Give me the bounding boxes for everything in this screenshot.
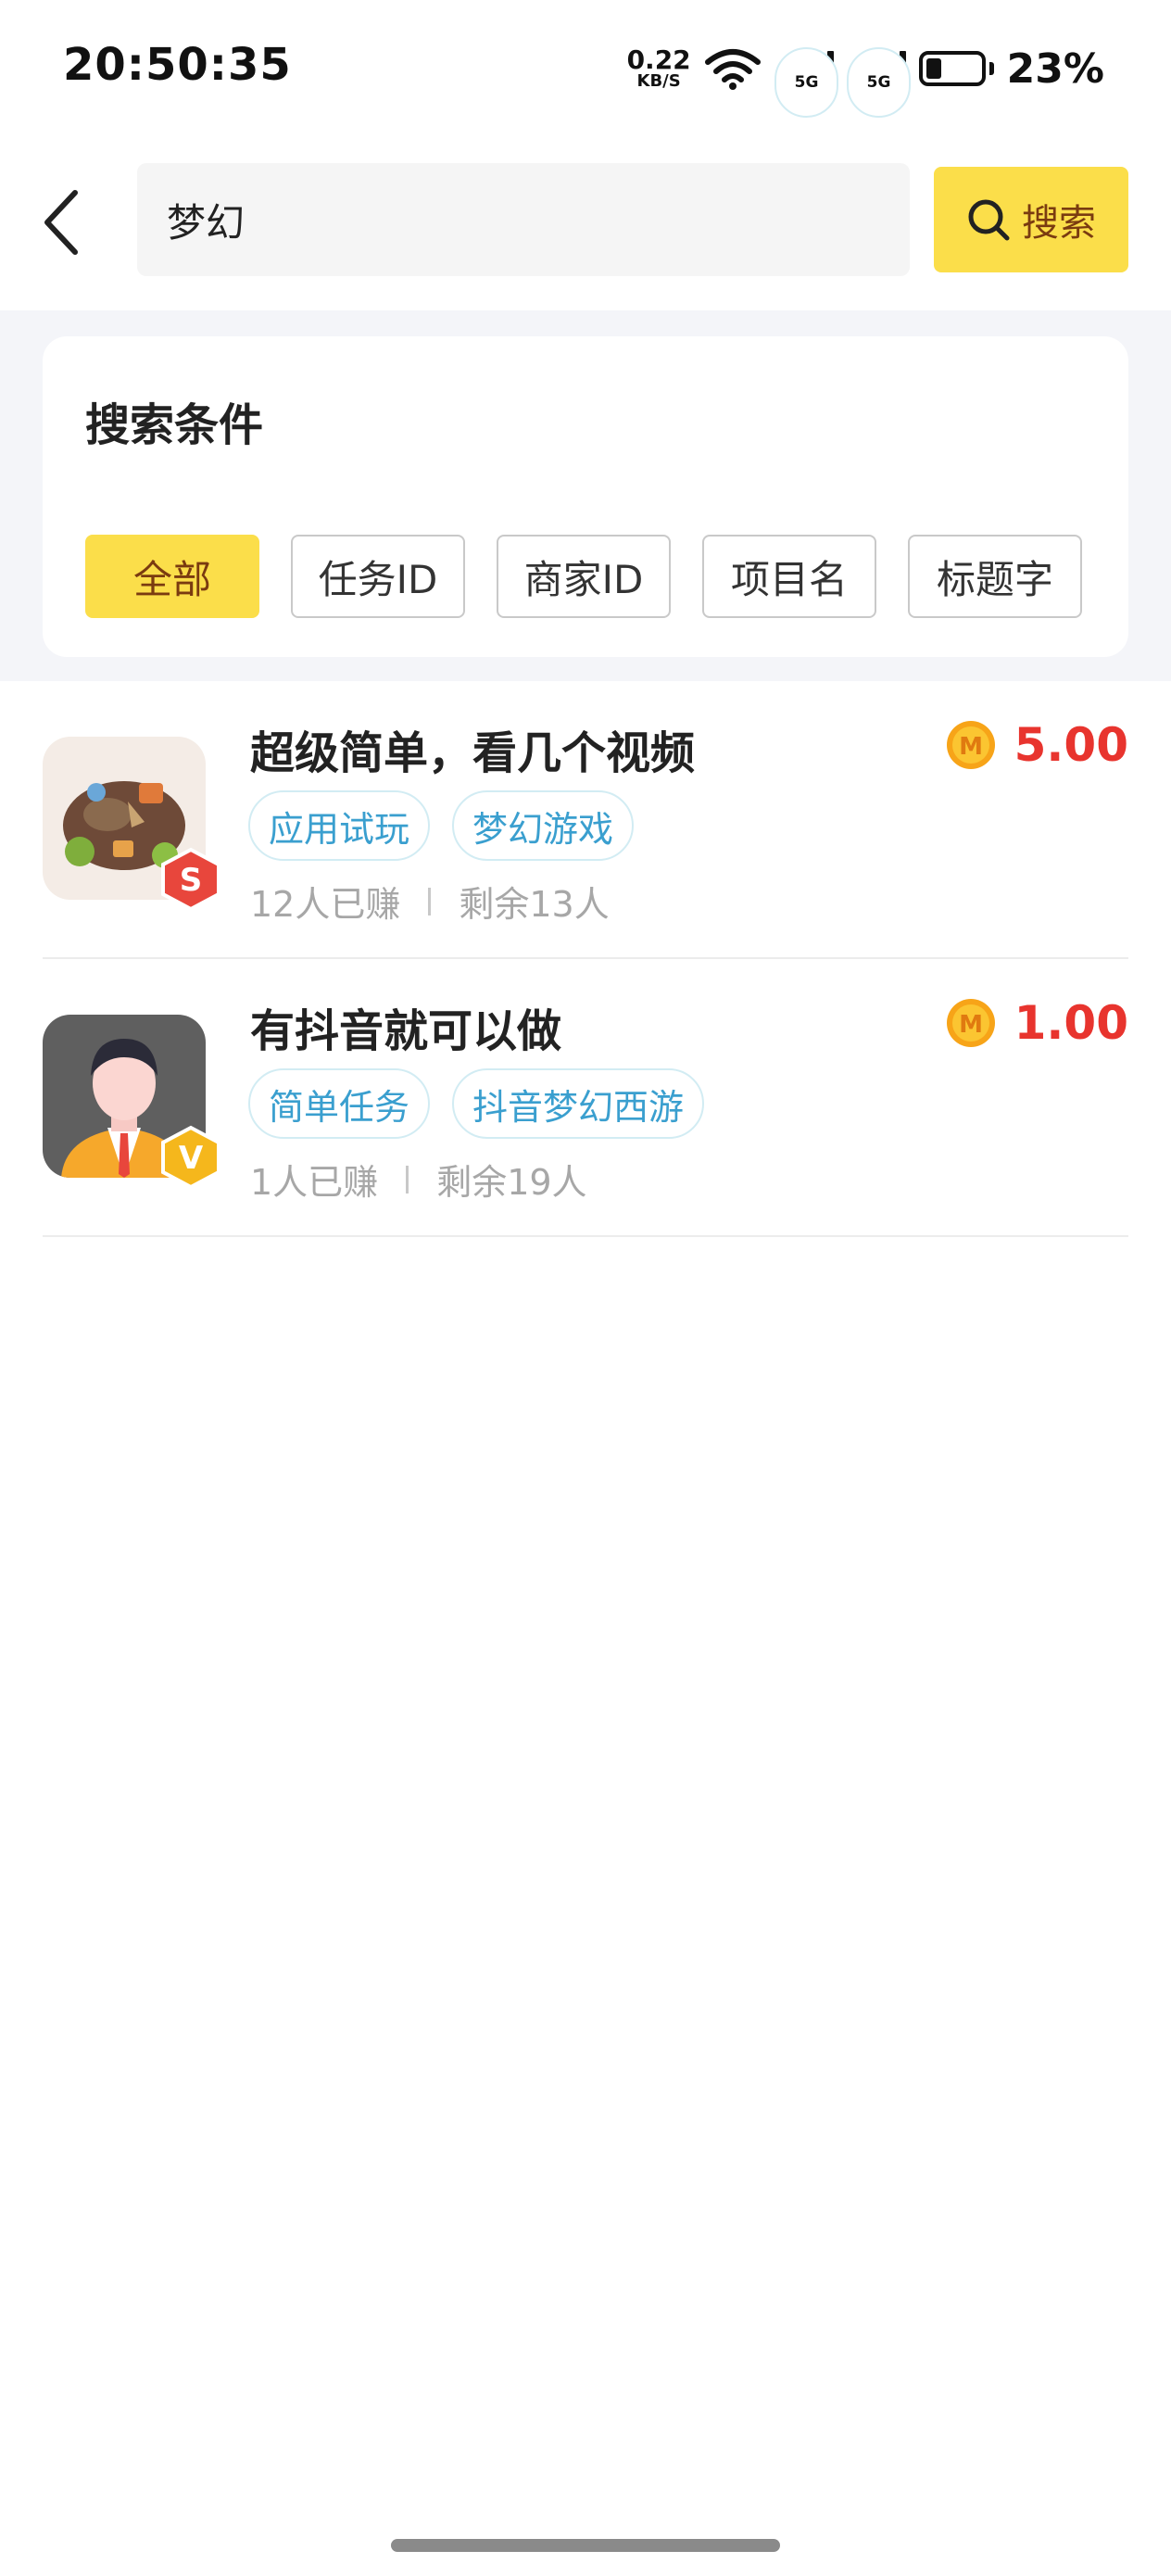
remaining-count: 剩余19人 — [436, 1162, 587, 1203]
battery-percent: 23% — [1006, 44, 1104, 93]
task-tags: 简单任务 抖音梦幻西游 — [248, 1068, 705, 1139]
reward-amount: 1.00 — [1014, 996, 1128, 1050]
search-header: 搜索 — [0, 139, 1171, 310]
task-avatar: S — [43, 737, 220, 912]
task-avatar: V — [43, 1015, 220, 1190]
filter-option-all[interactable]: 全部 — [85, 535, 259, 618]
back-button[interactable] — [28, 181, 93, 264]
coin-icon: M — [946, 999, 995, 1047]
filter-option-merchant-id[interactable]: 商家ID — [497, 535, 671, 618]
battery-icon — [918, 51, 994, 86]
task-title: 超级简单，看几个视频 — [250, 727, 696, 779]
sim2-network-type: 5G — [846, 47, 912, 118]
task-reward: M 1.00 — [946, 996, 1128, 1050]
status-time: 20:50:35 — [63, 39, 292, 91]
task-tags: 应用试玩 梦幻游戏 — [248, 790, 635, 861]
badge-letter: V — [179, 1140, 204, 1177]
status-bar: 20:50:35 0.22 KB/S 5G 5G 23% — [0, 0, 1171, 139]
task-item[interactable]: S 超级简单，看几个视频 M 5.00 应用试玩 梦幻游戏 12人已赚 剩余13… — [43, 681, 1128, 959]
filter-section: 搜索条件 全部 任务ID 商家ID 项目名 标题字 — [0, 310, 1171, 681]
filter-options: 全部 任务ID 商家ID 项目名 标题字 — [85, 535, 1082, 618]
task-title: 有抖音就可以做 — [250, 1005, 562, 1057]
search-input[interactable] — [167, 196, 910, 243]
task-tag: 简单任务 — [248, 1068, 431, 1139]
task-stats: 1人已赚 剩余19人 — [250, 1154, 587, 1205]
search-icon — [968, 199, 1010, 241]
earned-count: 1人已赚 — [250, 1162, 379, 1203]
signal-sim2-icon: 5G — [846, 47, 912, 118]
stats-divider — [406, 1165, 409, 1193]
task-tag: 抖音梦幻西游 — [452, 1068, 705, 1139]
task-stats: 12人已赚 剩余13人 — [250, 876, 610, 927]
network-speed: 0.22 KB/S — [627, 47, 691, 90]
search-button[interactable]: 搜索 — [934, 167, 1128, 272]
badge-letter: S — [180, 862, 203, 899]
filter-card: 搜索条件 全部 任务ID 商家ID 项目名 标题字 — [43, 336, 1128, 657]
coin-letter: M — [959, 1011, 983, 1039]
status-icons: 0.22 KB/S 5G 5G 23% — [627, 41, 1104, 118]
remaining-count: 剩余13人 — [459, 884, 610, 925]
filter-title: 搜索条件 — [85, 399, 264, 451]
task-tag: 梦幻游戏 — [452, 790, 635, 861]
task-reward: M 5.00 — [946, 718, 1128, 772]
search-box[interactable] — [137, 163, 910, 276]
earned-count: 12人已赚 — [250, 884, 401, 925]
task-item[interactable]: V 有抖音就可以做 M 1.00 简单任务 抖音梦幻西游 1人已赚 剩余19人 — [43, 959, 1128, 1237]
wifi-icon — [704, 49, 761, 90]
signal-sim1-icon: 5G — [774, 47, 839, 118]
reward-amount: 5.00 — [1014, 718, 1128, 772]
task-list: S 超级简单，看几个视频 M 5.00 应用试玩 梦幻游戏 12人已赚 剩余13… — [0, 681, 1171, 1237]
network-speed-unit: KB/S — [636, 71, 681, 91]
coin-icon: M — [946, 721, 995, 769]
sim1-network-type: 5G — [774, 47, 839, 118]
stats-divider — [428, 887, 432, 915]
filter-option-title-keyword[interactable]: 标题字 — [908, 535, 1082, 618]
coin-letter: M — [959, 733, 983, 761]
level-s-badge-icon: S — [161, 847, 220, 912]
network-speed-value: 0.22 — [626, 44, 691, 75]
home-indicator[interactable] — [391, 2539, 780, 2552]
back-arrow-icon — [44, 190, 78, 255]
task-tag: 应用试玩 — [248, 790, 431, 861]
filter-option-project-name[interactable]: 项目名 — [702, 535, 876, 618]
level-v-badge-icon: V — [161, 1125, 220, 1190]
search-button-label: 搜索 — [1022, 202, 1096, 245]
filter-option-task-id[interactable]: 任务ID — [291, 535, 465, 618]
